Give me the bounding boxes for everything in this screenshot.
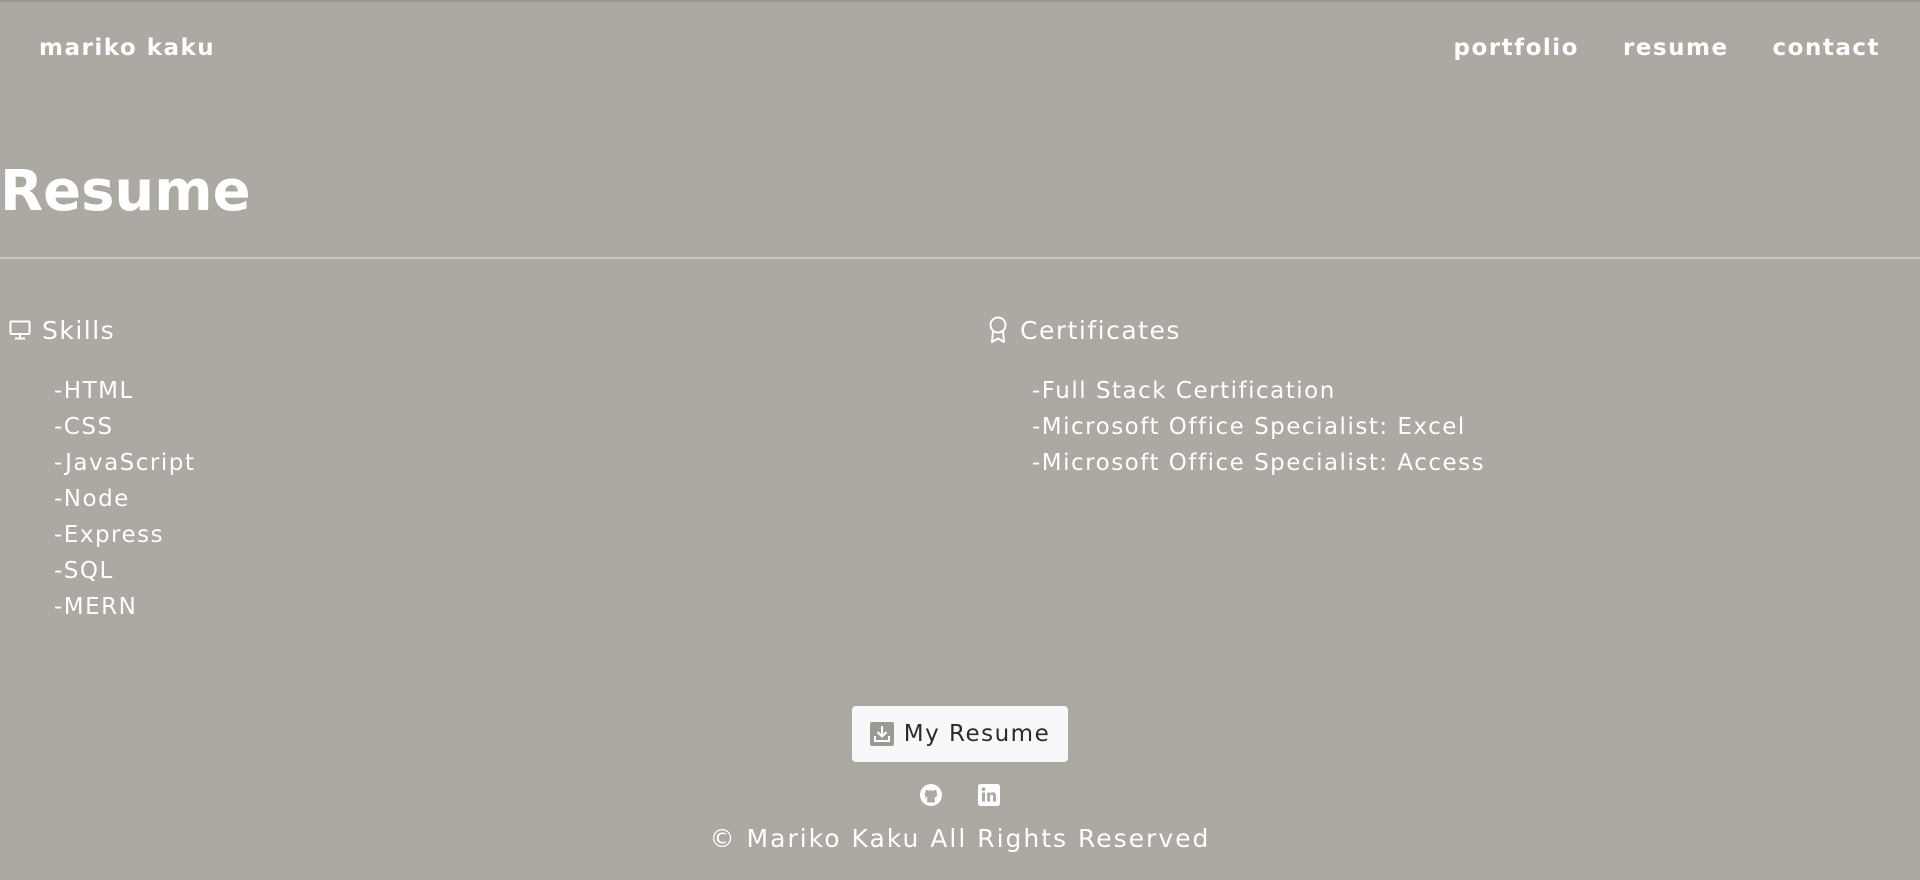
skill-item: -CSS: [54, 414, 114, 440]
skills-header: Skills: [8, 315, 195, 345]
github-icon[interactable]: [918, 782, 944, 808]
footer: My Resume © Mariko Kaku All Rights Reser…: [0, 706, 1920, 853]
certificates-list: -Full Stack Certification -Microsoft Off…: [986, 373, 1485, 481]
skills-section: Skills -HTML -CSS -JavaScript -Node -Exp…: [8, 315, 195, 625]
skill-item: -MERN: [54, 594, 138, 620]
certificate-item: -Microsoft Office Specialist: Access: [1032, 450, 1486, 476]
skills-list: -HTML -CSS -JavaScript -Node -Express -S…: [8, 373, 195, 625]
my-resume-button[interactable]: My Resume: [852, 706, 1068, 762]
linkedin-icon[interactable]: [976, 782, 1002, 808]
certificate-item: -Microsoft Office Specialist: Excel: [1032, 414, 1466, 440]
skills-title: Skills: [42, 315, 116, 345]
skill-item: -SQL: [54, 558, 114, 584]
header-divider: [0, 257, 1920, 259]
skill-item: -HTML: [54, 378, 134, 404]
nav-link-portfolio[interactable]: portfolio: [1453, 35, 1578, 61]
certificates-section: Certificates -Full Stack Certification -…: [986, 315, 1485, 481]
page-title: Resume: [0, 159, 251, 224]
skill-item: -Node: [54, 486, 130, 512]
download-icon: [869, 722, 894, 746]
social-links: [0, 782, 1920, 808]
monitor-icon: [8, 316, 32, 344]
nav-link-contact[interactable]: contact: [1773, 35, 1880, 61]
navbar: mariko kaku portfolio resume contact: [0, 2, 1920, 92]
nav-link-resume[interactable]: resume: [1623, 35, 1729, 61]
certificates-title: Certificates: [1020, 315, 1181, 345]
nav-links: portfolio resume contact: [1453, 35, 1880, 61]
brand-link[interactable]: mariko kaku: [39, 35, 215, 61]
certificate-item: -Full Stack Certification: [1032, 378, 1336, 404]
certificates-header: Certificates: [986, 315, 1485, 345]
skill-item: -Express: [54, 522, 165, 548]
skill-item: -JavaScript: [54, 450, 196, 476]
my-resume-label: My Resume: [903, 721, 1051, 747]
award-icon: [986, 316, 1010, 344]
copyright-text: © Mariko Kaku All Rights Reserved: [709, 824, 1211, 853]
